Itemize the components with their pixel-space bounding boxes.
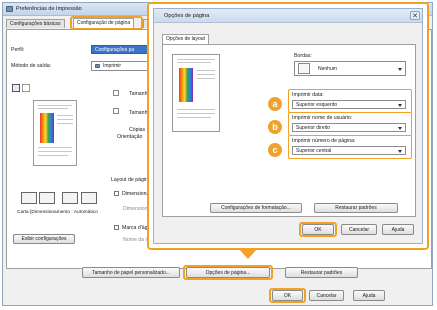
output-method-value: Imprimir xyxy=(103,63,122,69)
chevron-down-icon xyxy=(398,103,402,107)
output-method-select[interactable]: Imprimir xyxy=(91,61,151,71)
paper-size-icon xyxy=(113,90,119,96)
profile-value: Configurações pa xyxy=(95,46,135,53)
print-date-group: Imprimir data: Superior esquerdo xyxy=(288,89,412,113)
borders-select[interactable]: Nenhum xyxy=(294,61,406,76)
print-date-label: Imprimir data: xyxy=(292,92,324,98)
page-preview xyxy=(33,100,77,166)
page-options-button[interactable]: Opções de página... xyxy=(186,267,270,278)
format-settings-button[interactable]: Configurações de formatação... xyxy=(210,203,302,213)
output-size-icon xyxy=(113,108,119,114)
preview-image xyxy=(40,113,54,143)
print-username-group: Imprimir nome de usuário: Superior direi… xyxy=(288,112,412,136)
print-page-number-select[interactable]: Superior central xyxy=(292,146,406,155)
output-size-label: Tamanh xyxy=(129,110,148,116)
window-title: Preferências de Impressão xyxy=(16,6,82,12)
page-thumb-2-icon[interactable] xyxy=(39,192,55,204)
print-page-number-label: Imprimir número de página: xyxy=(292,138,356,144)
dialog-help-button[interactable]: Ajuda xyxy=(382,224,414,235)
paper-size-label: Tamanh xyxy=(129,91,148,97)
close-icon[interactable]: ✕ xyxy=(410,11,420,20)
dialog-title: Opções de página xyxy=(164,13,210,19)
borders-value: Nenhum xyxy=(318,65,337,72)
page-thumb-1-icon[interactable] xyxy=(21,192,37,204)
page-thumb-3-icon[interactable] xyxy=(62,192,78,204)
dialog-body: Opções de página ✕ Opções de layout Bord… xyxy=(153,8,423,244)
badge-c: c xyxy=(268,143,282,157)
print-username-label: Imprimir nome de usuário: xyxy=(292,115,353,121)
output-method-label: Método de saída: xyxy=(11,63,52,69)
profile-select[interactable]: Configurações pa xyxy=(91,45,151,54)
page-layout-label: Layout de págin xyxy=(111,177,148,183)
profile-label: Perfil: xyxy=(11,47,25,53)
chevron-down-icon xyxy=(398,126,402,130)
watermark-checkbox[interactable] xyxy=(114,225,119,230)
print-icon xyxy=(95,64,100,68)
scaling-checkbox[interactable] xyxy=(114,191,119,196)
orientation-label: Orientação xyxy=(117,134,143,140)
dialog-ok-button[interactable]: OK xyxy=(302,224,334,235)
help-button[interactable]: Ajuda xyxy=(353,290,385,301)
dialog-preview-image xyxy=(179,68,193,102)
printer-icon xyxy=(6,6,13,12)
border-preview-icon xyxy=(298,63,310,74)
print-page-number-value: Superior central xyxy=(296,147,332,154)
preview-caption: Carta [Dimensionamento : Automático xyxy=(17,210,98,215)
print-date-select[interactable]: Superior esquerdo xyxy=(292,100,406,109)
view-settings-button[interactable]: Exibir configurações xyxy=(13,234,75,244)
print-username-select[interactable]: Superior direito xyxy=(292,123,406,132)
page-thumb-4-icon[interactable] xyxy=(81,192,97,204)
tab-basic-settings[interactable]: Configurações básicas xyxy=(6,19,65,28)
badge-a: a xyxy=(268,97,282,111)
dialog-cancel-button[interactable]: Cancelar xyxy=(341,224,377,235)
scaling-hint: Dimension xyxy=(123,206,148,212)
borders-label: Bordas: xyxy=(294,53,312,59)
copies-label: Cópias xyxy=(129,127,146,133)
printer-view-icon[interactable] xyxy=(22,84,30,92)
tab-layout-options[interactable]: Opções de layout xyxy=(162,34,209,44)
print-page-number-group: Imprimir número de página: Superior cent… xyxy=(288,135,412,159)
chevron-down-icon xyxy=(398,67,402,71)
custom-paper-size-button[interactable]: Tamanho de papel personalizado... xyxy=(82,267,180,278)
dialog-restore-defaults-button[interactable]: Restaurar padrões xyxy=(314,203,398,213)
ok-button[interactable]: OK xyxy=(272,290,303,301)
badge-b: b xyxy=(268,120,282,134)
dialog-page-preview xyxy=(172,54,220,132)
scaling-label: Dimensiona xyxy=(122,191,150,197)
page-view-icon[interactable] xyxy=(12,84,20,92)
restore-defaults-button[interactable]: Restaurar padrões xyxy=(285,267,358,278)
chevron-down-icon xyxy=(398,149,402,153)
tab-page-setup[interactable]: Configuração de página xyxy=(73,18,135,28)
watermark-hint: Nome da m xyxy=(123,237,150,243)
print-date-value: Superior esquerdo xyxy=(296,101,338,108)
page-options-dialog: Opções de página ✕ Opções de layout Bord… xyxy=(147,2,429,250)
dialog-titlebar: Opções de página ✕ xyxy=(154,9,422,23)
cancel-button[interactable]: Cancelar xyxy=(309,290,344,301)
print-username-value: Superior direito xyxy=(296,124,330,131)
